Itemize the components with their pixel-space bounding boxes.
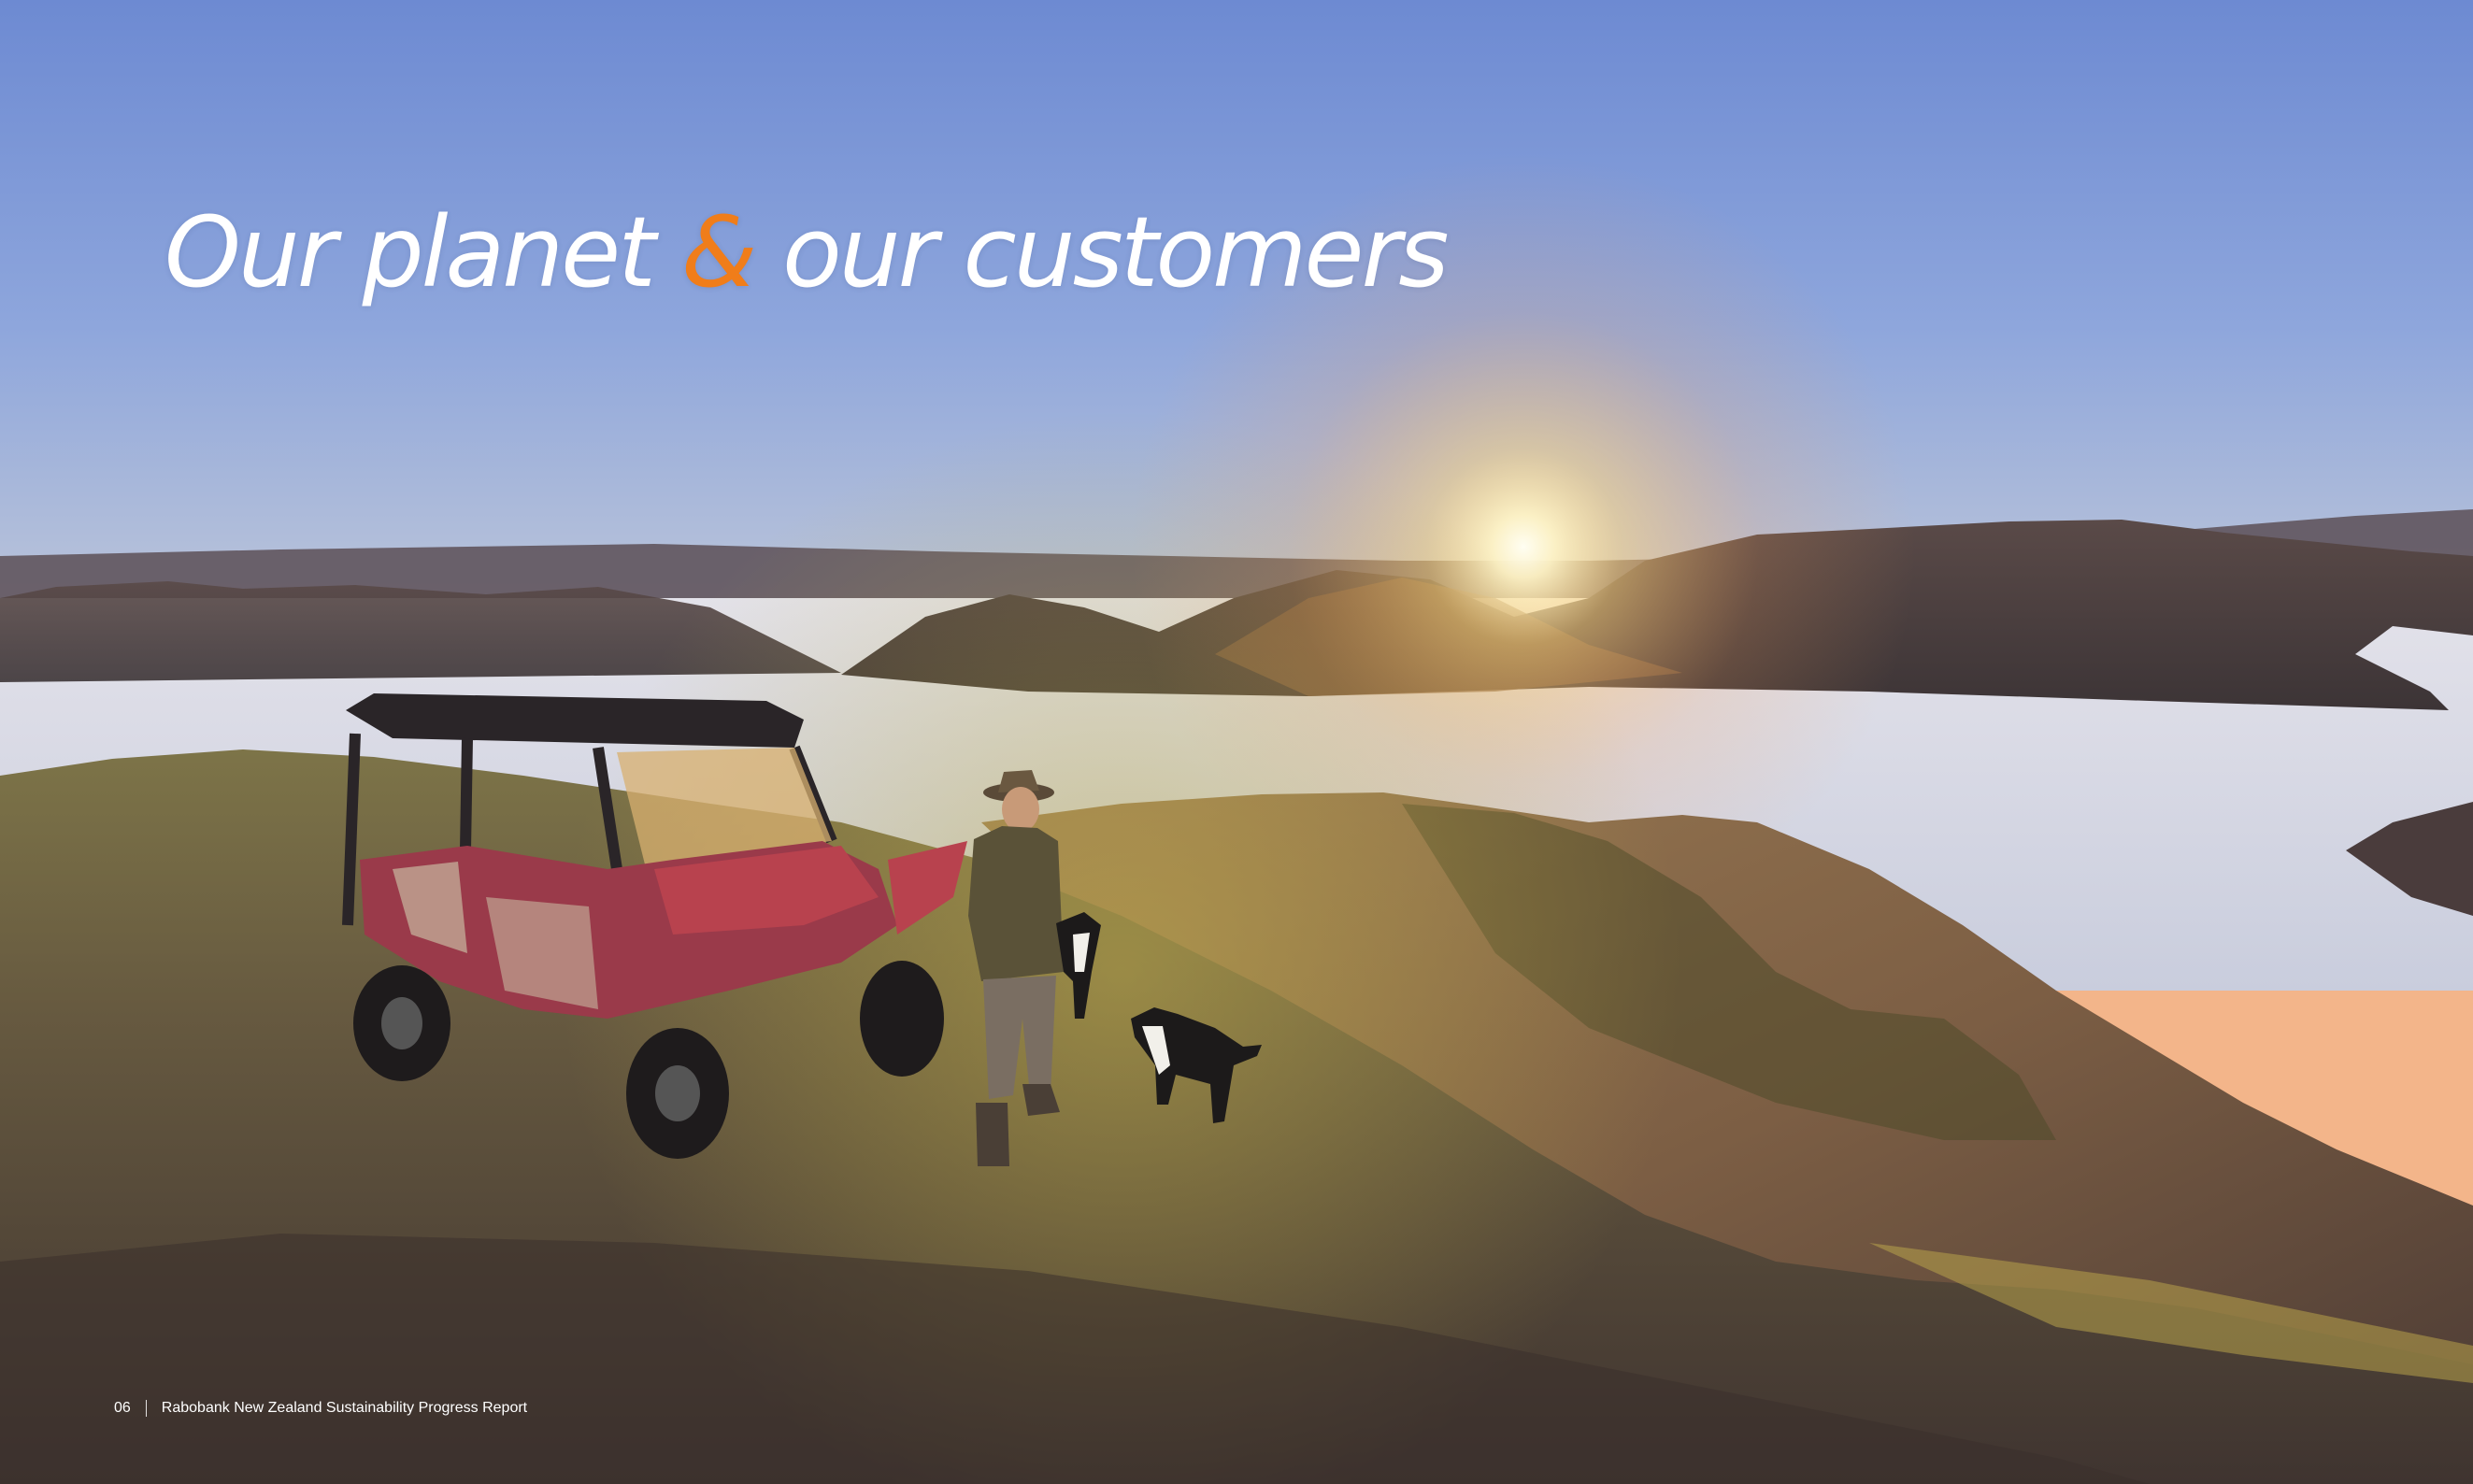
title-part-1: Our planet (164, 195, 681, 309)
page-title: Our planet & our customers (164, 204, 1449, 301)
report-name: Rabobank New Zealand Sustainability Prog… (161, 1400, 528, 1416)
title-part-2: our customers (754, 195, 1449, 309)
report-page: Our planet & our customers 06 Rabobank N… (0, 0, 2473, 1484)
title-ampersand: & (680, 195, 757, 309)
page-footer: 06 Rabobank New Zealand Sustainability P… (114, 1400, 527, 1417)
page-number: 06 (114, 1400, 131, 1416)
footer-divider (145, 1400, 147, 1417)
